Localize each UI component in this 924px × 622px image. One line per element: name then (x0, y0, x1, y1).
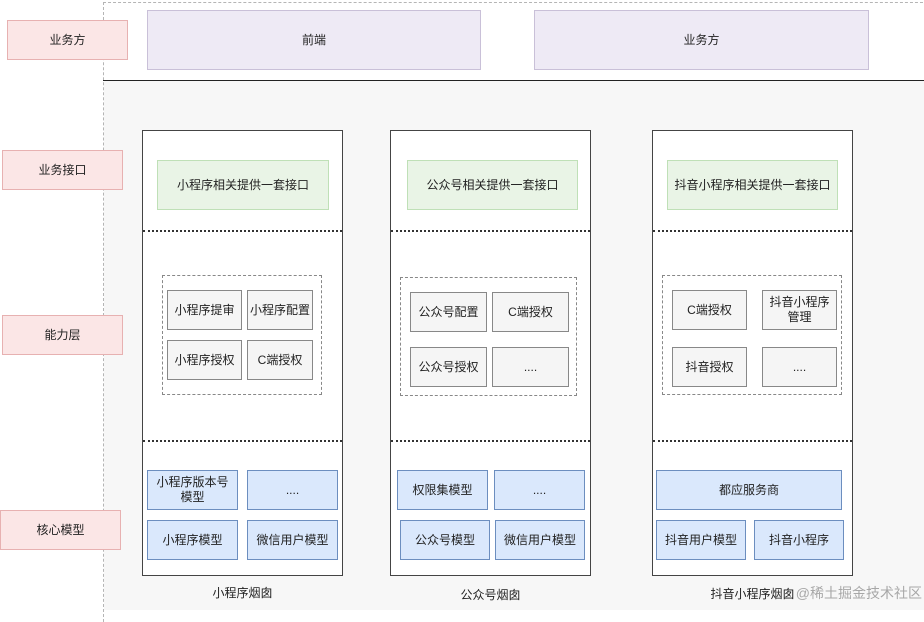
official-caption: 公众号烟囱 (460, 588, 521, 602)
official-cap-more: .... (492, 347, 569, 387)
watermark: @稀土掘金技术社区 (795, 585, 922, 601)
layer-label-capability: 能力层 (2, 315, 123, 355)
official-cap-config: 公众号配置 (410, 292, 487, 332)
douyin-cap-manage: 抖音小程序管理 (762, 290, 837, 330)
mini-core-model: 小程序模型 (147, 520, 238, 560)
douyin-divider-1 (653, 230, 852, 232)
official-core-permission-model: 权限集模型 (397, 470, 488, 510)
mini-cap-authorize: 小程序授权 (167, 340, 242, 380)
mini-divider-2 (143, 440, 342, 442)
douyin-core-user-model: 抖音用户模型 (656, 520, 746, 560)
official-cap-c-auth: C端授权 (492, 292, 569, 332)
douyin-interface-box: 抖音小程序相关提供一套接口 (667, 160, 838, 210)
douyin-core-provider: 都应服务商 (656, 470, 842, 510)
douyin-cap-c-auth: C端授权 (672, 290, 747, 330)
mini-caption: 小程序烟囱 (212, 586, 273, 600)
official-core-more: .... (494, 470, 585, 510)
official-core-wechat-user: 微信用户模型 (495, 520, 585, 560)
douyin-divider-2 (653, 440, 852, 442)
mini-core-version-model: 小程序版本号模型 (147, 470, 238, 510)
official-core-model: 公众号模型 (400, 520, 490, 560)
mini-cap-c-auth: C端授权 (247, 340, 313, 380)
official-cap-authorize: 公众号授权 (410, 347, 487, 387)
mini-interface-box: 小程序相关提供一套接口 (157, 160, 329, 210)
mini-core-more: .... (247, 470, 338, 510)
top-separator (103, 80, 924, 81)
official-divider-1 (391, 230, 590, 232)
mini-cap-config: 小程序配置 (247, 290, 313, 330)
douyin-cap-authorize: 抖音授权 (672, 347, 747, 387)
mini-divider-1 (143, 230, 342, 232)
layer-label-core: 核心模型 (0, 510, 121, 550)
frontend-box: 前端 (147, 10, 481, 70)
layer-label-top: 业务方 (7, 20, 128, 60)
official-divider-2 (391, 440, 590, 442)
business-party-box: 业务方 (534, 10, 869, 70)
mini-cap-review: 小程序提审 (167, 290, 242, 330)
mini-core-wechat-user: 微信用户模型 (247, 520, 338, 560)
official-interface-box: 公众号相关提供一套接口 (407, 160, 578, 210)
douyin-core-mini-program: 抖音小程序 (754, 520, 844, 560)
douyin-cap-more: .... (762, 347, 837, 387)
layer-label-interface: 业务接口 (2, 150, 123, 190)
